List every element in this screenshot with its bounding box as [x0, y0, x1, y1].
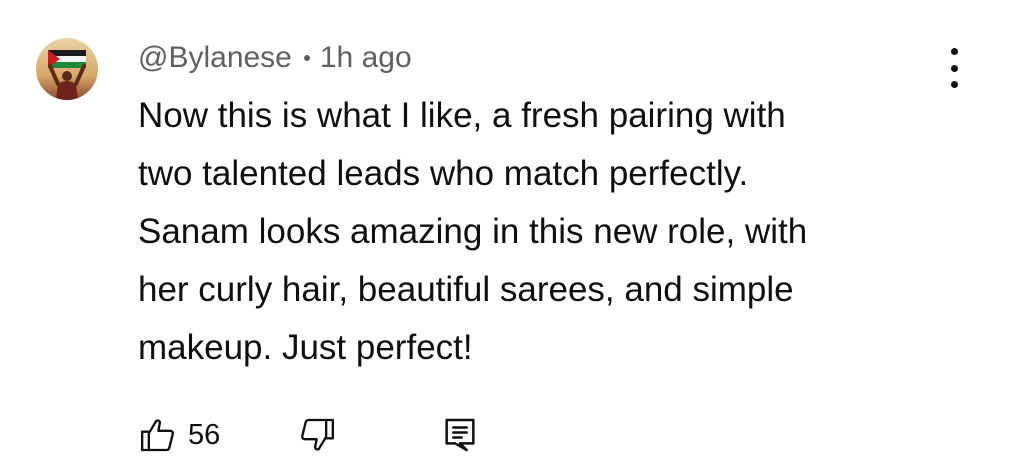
more-vert-icon-dot [950, 64, 958, 72]
comment-line: her curly hair, beautiful sarees, and si… [138, 270, 794, 309]
reply-comment-icon [445, 418, 475, 452]
like-count: 56 [188, 418, 221, 451]
reply-button[interactable] [440, 410, 480, 460]
more-vert-icon [950, 48, 958, 55]
comment-line: two talented leads who match perfectly. [138, 154, 749, 193]
comment-line: Sanam looks amazing in this new role, wi… [138, 212, 808, 251]
avatar-image [36, 38, 98, 100]
dislike-button[interactable] [297, 410, 337, 460]
comment-actions: 56 [0, 410, 1024, 460]
thumbs-up-icon [141, 419, 174, 452]
comment-text: Now this is what I like, a fresh pairing… [138, 87, 938, 377]
more-options-button[interactable] [936, 48, 972, 88]
comment-line: makeup. Just perfect! [138, 328, 473, 367]
separator-dot [303, 55, 310, 61]
more-vert-icon-dot [950, 81, 958, 88]
like-button[interactable]: 56 [138, 410, 220, 460]
comment-line: Now this is what I like, a fresh pairing… [138, 96, 786, 135]
timestamp[interactable]: 1h ago [320, 41, 412, 75]
author-name[interactable]: @Bylanese [138, 41, 292, 75]
avatar[interactable] [36, 38, 98, 100]
thumbs-down-icon [301, 418, 334, 451]
comment-meta: @Bylanese 1h ago [138, 38, 412, 78]
